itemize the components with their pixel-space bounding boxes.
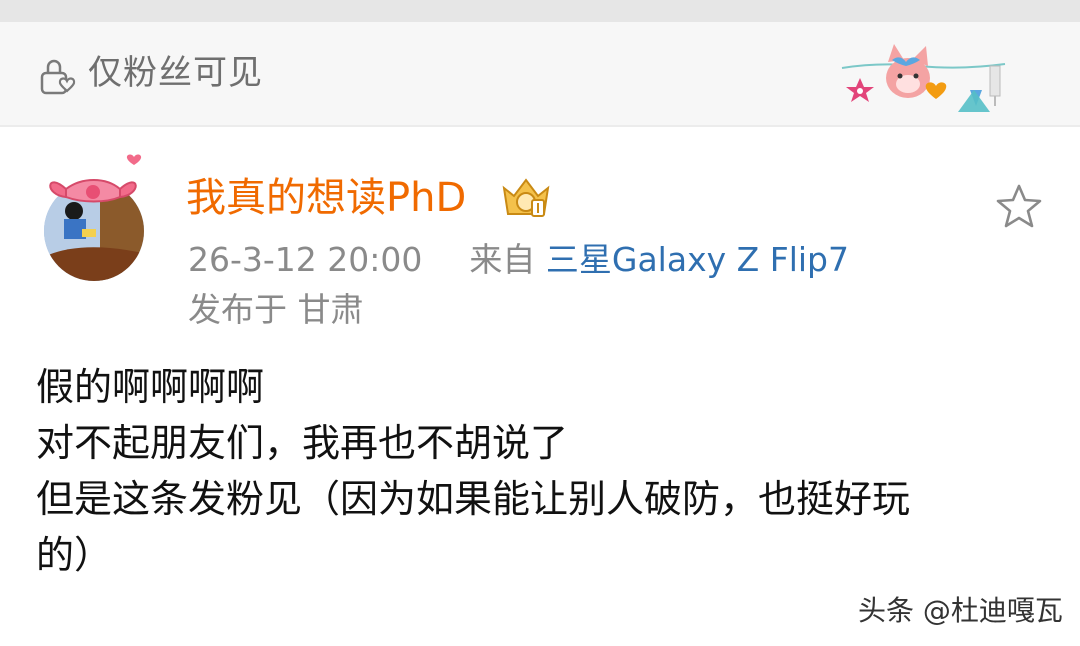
decoration-illustration [841, 44, 1006, 112]
watermark: 头条 @杜迪嘎瓦 [858, 594, 1063, 627]
top-strip [0, 0, 1080, 22]
post-content: 假的啊啊啊啊 对不起朋友们，我再也不胡说了 但是这条发粉见（因为如果能让别人破防… [36, 359, 1051, 583]
post-source-link[interactable]: 三星Galaxy Z Flip7 [546, 240, 849, 279]
visibility-bar: 仅粉丝可见 [0, 22, 1080, 127]
post-content-line: 对不起朋友们，我再也不胡说了 [36, 421, 569, 465]
post-content-line: 的） [36, 533, 113, 577]
avatar[interactable] [36, 151, 152, 281]
post-meta: 26-3-12 20:00 来自 三星Galaxy Z Flip7 [188, 237, 849, 283]
weibo-post-screen: 仅粉丝可见 我真的想读PhD 26-3-12 20:00 来自 三星Galaxy… [0, 0, 1080, 646]
author-name[interactable]: 我真的想读PhD [186, 172, 466, 224]
post-content-line: 假的啊啊啊啊 [36, 365, 265, 409]
member-crown-badge-icon[interactable] [498, 174, 554, 224]
source-prefix: 来自 [469, 240, 536, 279]
post-location: 发布于 甘肃 [188, 290, 364, 329]
weibo-post: 我真的想读PhD 26-3-12 20:00 来自 三星Galaxy Z Fli… [0, 127, 1080, 646]
post-time: 26-3-12 20:00 [188, 240, 423, 279]
visibility-label: 仅粉丝可见 [88, 53, 263, 93]
lock-heart-icon [40, 59, 76, 95]
star-icon[interactable] [992, 180, 1046, 234]
post-content-line: 但是这条发粉见（因为如果能让别人破防，也挺好玩 [36, 477, 911, 521]
